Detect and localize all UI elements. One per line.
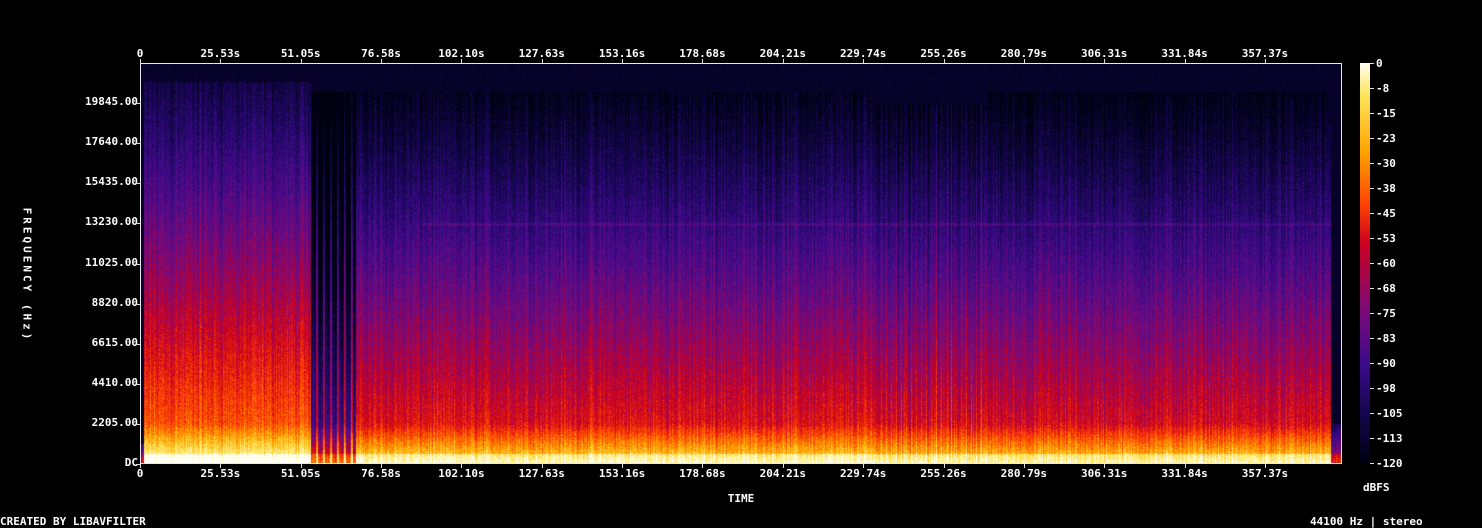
x-tick-mark-bottom [220,464,222,468]
x-tick-label-bottom: 204.21s [759,467,806,480]
colorbar-tick-mark [1370,213,1374,214]
y-tick-label: 13230.00 [85,215,138,229]
colorbar-label: dBFS [1363,481,1390,494]
colorbar-tick-mark [1370,188,1374,189]
y-tick-label: 4410.00 [91,375,138,389]
x-axis-label: TIME [727,492,755,505]
x-tick-mark-bottom [943,464,945,468]
spectrogram-image [141,64,1341,463]
colorbar-tick-mark [1370,413,1374,414]
colorbar-tick-label: -75 [1376,307,1396,320]
x-tick-mark-bottom [1264,464,1266,468]
colorbar-tick-mark [1370,288,1374,289]
x-tick-mark-bottom [140,464,141,468]
colorbar-tick-mark [1370,388,1374,389]
x-tick-mark-bottom [622,464,624,468]
colorbar-tick-mark [1370,363,1374,364]
x-tick-label-bottom: 280.79s [1000,467,1048,480]
colorbar-tick-mark [1370,163,1374,164]
colorbar-tick-mark [1370,313,1374,314]
y-tick-label: 19845.00 [85,95,138,109]
colorbar-tick-mark [1370,238,1374,239]
x-tick-mark-bottom [1104,464,1106,468]
y-tick-label: 15435.00 [85,175,138,189]
x-tick-label-bottom: 127.63s [518,467,565,480]
x-tick-label-bottom: 331.84s [1161,467,1208,480]
x-tick-label-bottom: 25.53s [200,467,241,480]
colorbar-tick-label: 0 [1376,57,1383,70]
colorbar-tick-label: -38 [1376,182,1396,195]
x-tick-label-bottom: 76.58s [361,467,401,480]
colorbar-tick-label: -45 [1376,207,1396,220]
colorbar-tick-mark [1370,138,1374,139]
colorbar-tick-label: -105 [1376,407,1403,420]
colorbar-tick-mark [1370,438,1374,439]
x-tick-mark-bottom [541,464,543,468]
x-tick-label-bottom: 0 [136,467,144,480]
colorbar-tick-label: -30 [1376,157,1396,170]
x-tick-mark-bottom [461,464,463,468]
x-tick-mark-bottom [381,464,383,468]
colorbar-tick-mark [1370,263,1374,264]
y-tick-label: 2205.00 [91,415,138,429]
colorbar-tick-label: -53 [1376,232,1396,245]
colorbar-tick-label: -60 [1376,257,1396,270]
x-tick-mark-bottom [702,464,704,468]
colorbar-tick-label: -8 [1376,82,1390,95]
colorbar-tick-label: -113 [1376,432,1403,445]
x-tick-label-bottom: 357.37s [1241,467,1289,480]
x-tick-mark-bottom [782,464,784,468]
colorbar-tick-mark [1370,338,1374,339]
x-tick-label-bottom: 255.26s [920,467,967,480]
spectrogram-plot [140,63,1342,464]
colorbar-tick-label: -15 [1376,107,1396,120]
x-tick-mark-bottom [1023,464,1025,468]
x-tick-mark-bottom [1184,464,1186,468]
x-tick-mark-bottom [300,464,302,468]
colorbar-tick-mark [1370,113,1374,114]
x-tick-label-bottom: 178.68s [679,467,726,480]
x-tick-label-bottom: 153.16s [598,467,646,480]
colorbar-tick-label: -23 [1376,132,1396,145]
colorbar-tick-mark [1370,63,1374,64]
y-axis-label: FREQUENCY (Hz) [20,207,34,343]
colorbar-tick-label: -68 [1376,282,1396,295]
x-tick-label-bottom: 51.05s [280,467,321,480]
colorbar [1360,63,1370,464]
y-tick-label: 8820.00 [91,295,138,309]
y-tick-label: 6615.00 [91,335,138,349]
x-tick-label-bottom: 306.31s [1081,467,1128,480]
y-tick-label: 11025.00 [85,255,138,269]
colorbar-tick-label: -83 [1376,332,1396,345]
x-tick-mark-bottom [863,464,865,468]
colorbar-tick-label: -98 [1376,382,1396,395]
colorbar-tick-label: -90 [1376,357,1396,370]
footer-credit: CREATED BY LIBAVFILTER [0,515,146,528]
y-tick-label: 17640.00 [85,135,138,149]
y-tick-label: DC [124,456,138,469]
y-tick-mark [136,464,140,465]
colorbar-tick-mark [1370,463,1374,464]
colorbar-tick-label: -120 [1376,457,1403,470]
colorbar-tick-mark [1370,88,1374,89]
footer-info: 44100 Hz | stereo [1310,515,1423,528]
x-tick-label-bottom: 102.10s [438,467,485,480]
x-tick-label-bottom: 229.74s [839,467,887,480]
